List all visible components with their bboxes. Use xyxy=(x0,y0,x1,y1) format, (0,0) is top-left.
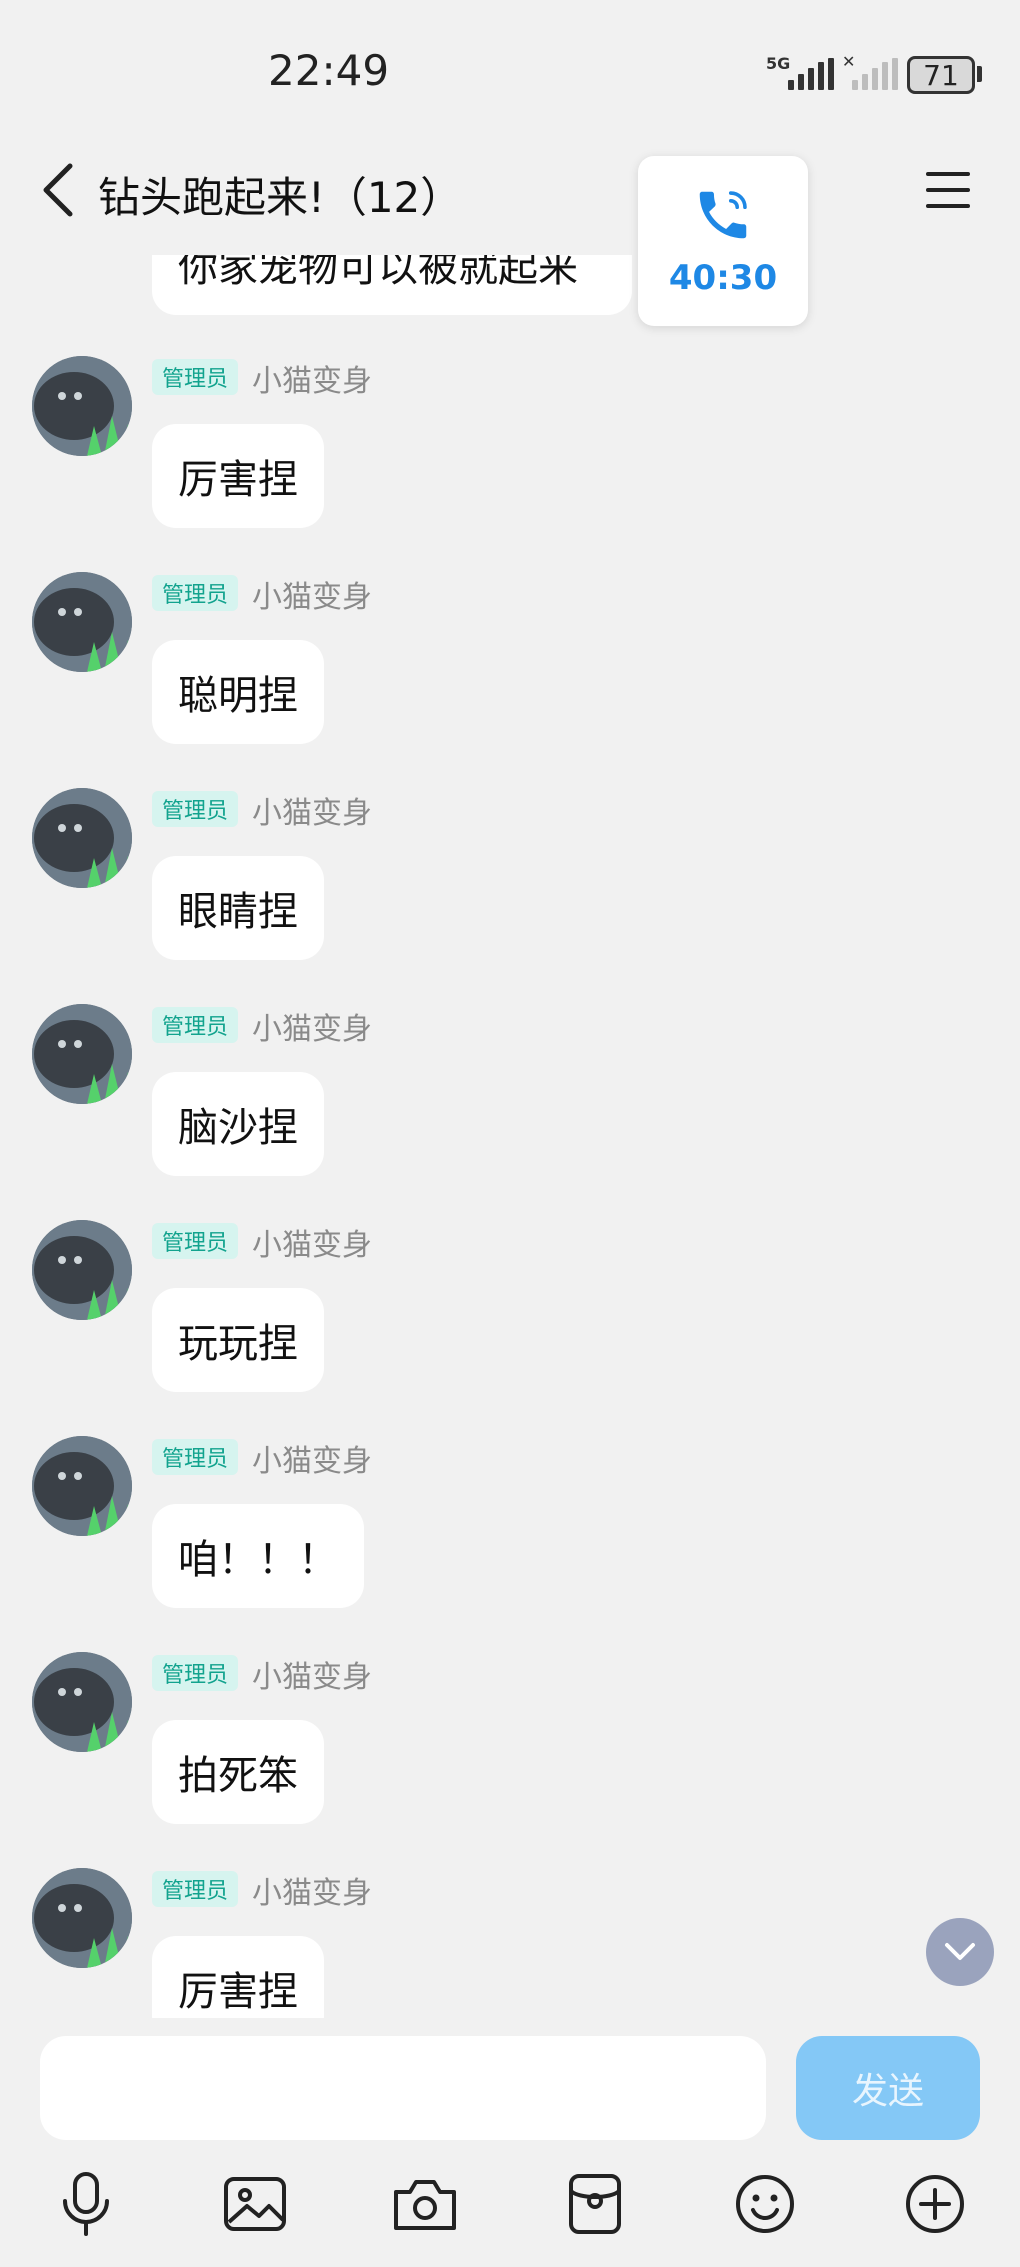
image-button[interactable] xyxy=(219,2168,291,2240)
message-row: 管理员 小猫变身 脑沙捏 xyxy=(0,1004,1020,1220)
cat-avatar-image xyxy=(32,356,132,456)
chat-title: 钻头跑起来!（12） xyxy=(98,173,463,222)
admin-badge: 管理员 xyxy=(152,1871,239,1907)
cat-avatar-image xyxy=(32,1004,132,1104)
cat-avatar-image xyxy=(32,1220,132,1320)
message-row: 管理员 小猫变身 厉害捏 xyxy=(0,1868,1020,2018)
message-row: 管理员 小猫变身 拍死笨 xyxy=(0,1652,1020,1868)
status-bar: 22:49 5G ✕ 71 xyxy=(0,0,1020,150)
message-bubble[interactable]: 厉害捏 xyxy=(152,424,324,528)
message-row: 管理员 小猫变身 厉害捏 xyxy=(0,356,1020,572)
message-row: 管理员 小猫变身 眼睛捏 xyxy=(0,788,1020,1004)
scroll-to-bottom-button[interactable] xyxy=(926,1918,994,1986)
sender-name[interactable]: 小猫变身 xyxy=(252,572,372,616)
sender-name[interactable]: 小猫变身 xyxy=(252,1004,372,1048)
camera-button[interactable] xyxy=(389,2168,461,2240)
sender-name[interactable]: 小猫变身 xyxy=(252,1652,372,1696)
back-button[interactable] xyxy=(28,160,88,220)
avatar[interactable] xyxy=(32,1004,132,1104)
microphone-icon xyxy=(63,2172,109,2236)
battery-tip xyxy=(977,66,982,82)
cat-avatar-image xyxy=(32,1436,132,1536)
admin-badge: 管理员 xyxy=(152,791,239,827)
admin-badge: 管理员 xyxy=(152,1223,239,1259)
cellular-signal-icon xyxy=(788,58,834,90)
message-row: 管理员 小猫变身 聪明捏 xyxy=(0,572,1020,788)
message-bubble[interactable]: 咱！！！ xyxy=(152,1504,364,1608)
battery-icon: 71 xyxy=(907,56,975,94)
no-signal-mark-icon: ✕ xyxy=(842,52,856,71)
menu-button[interactable] xyxy=(920,162,976,218)
avatar[interactable] xyxy=(32,1652,132,1752)
sender-name[interactable]: 小猫变身 xyxy=(252,1868,372,1912)
status-time: 22:49 xyxy=(268,46,390,95)
message-bubble[interactable]: 脑沙捏 xyxy=(152,1072,324,1176)
admin-badge: 管理员 xyxy=(152,1007,239,1043)
avatar[interactable] xyxy=(32,1220,132,1320)
sender-name[interactable]: 小猫变身 xyxy=(252,356,372,400)
ongoing-call-card[interactable]: 40:30 xyxy=(638,156,808,326)
admin-badge: 管理员 xyxy=(152,359,239,395)
red-packet-button[interactable] xyxy=(559,2168,631,2240)
sender-name[interactable]: 小猫变身 xyxy=(252,788,372,832)
emoji-button[interactable] xyxy=(729,2168,801,2240)
message-row: 管理员 小猫变身 咱！！！ xyxy=(0,1436,1020,1652)
red-packet-icon xyxy=(569,2174,621,2234)
cat-avatar-image xyxy=(32,572,132,672)
cat-avatar-image xyxy=(32,1868,132,1968)
chevron-down-icon xyxy=(945,1943,975,1960)
input-area: 发送 xyxy=(0,2018,1020,2267)
avatar[interactable] xyxy=(32,1868,132,1968)
cat-avatar-image xyxy=(32,1652,132,1752)
chat-header: 钻头跑起来!（12） xyxy=(0,150,1020,230)
admin-badge: 管理员 xyxy=(152,1439,239,1475)
image-icon xyxy=(224,2177,286,2231)
microphone-button[interactable] xyxy=(50,2168,122,2240)
battery-level: 71 xyxy=(923,58,959,92)
message-bubble[interactable]: 眼睛捏 xyxy=(152,856,324,960)
admin-badge: 管理员 xyxy=(152,575,239,611)
message-bubble: 你家宠物可以被就起来 xyxy=(152,255,632,315)
message-input[interactable] xyxy=(40,2036,766,2140)
message-row: 管理员 小猫变身 玩玩捏 xyxy=(0,1220,1020,1436)
plus-icon xyxy=(906,2175,964,2233)
more-button[interactable] xyxy=(899,2168,971,2240)
cat-avatar-image xyxy=(32,788,132,888)
send-button[interactable]: 发送 xyxy=(796,2036,980,2140)
message-bubble[interactable]: 聪明捏 xyxy=(152,640,324,744)
avatar[interactable] xyxy=(32,356,132,456)
avatar[interactable] xyxy=(32,572,132,672)
message-bubble[interactable]: 玩玩捏 xyxy=(152,1288,324,1392)
sender-name[interactable]: 小猫变身 xyxy=(252,1220,372,1264)
message-bubble[interactable]: 拍死笨 xyxy=(152,1720,324,1824)
avatar[interactable] xyxy=(32,788,132,888)
call-duration: 40:30 xyxy=(668,258,778,298)
message-bubble[interactable]: 厉害捏 xyxy=(152,1936,324,2018)
avatar[interactable] xyxy=(32,1436,132,1536)
secondary-signal-icon xyxy=(852,58,898,90)
network-type-label: 5G xyxy=(766,54,791,73)
back-arrow-icon xyxy=(43,163,73,217)
phone-icon xyxy=(699,191,747,239)
sender-name[interactable]: 小猫变身 xyxy=(252,1436,372,1480)
admin-badge: 管理员 xyxy=(152,1655,239,1691)
previous-message: 你家宠物可以被就起来 xyxy=(0,255,1020,315)
camera-icon xyxy=(394,2180,456,2230)
emoji-icon xyxy=(736,2175,794,2233)
